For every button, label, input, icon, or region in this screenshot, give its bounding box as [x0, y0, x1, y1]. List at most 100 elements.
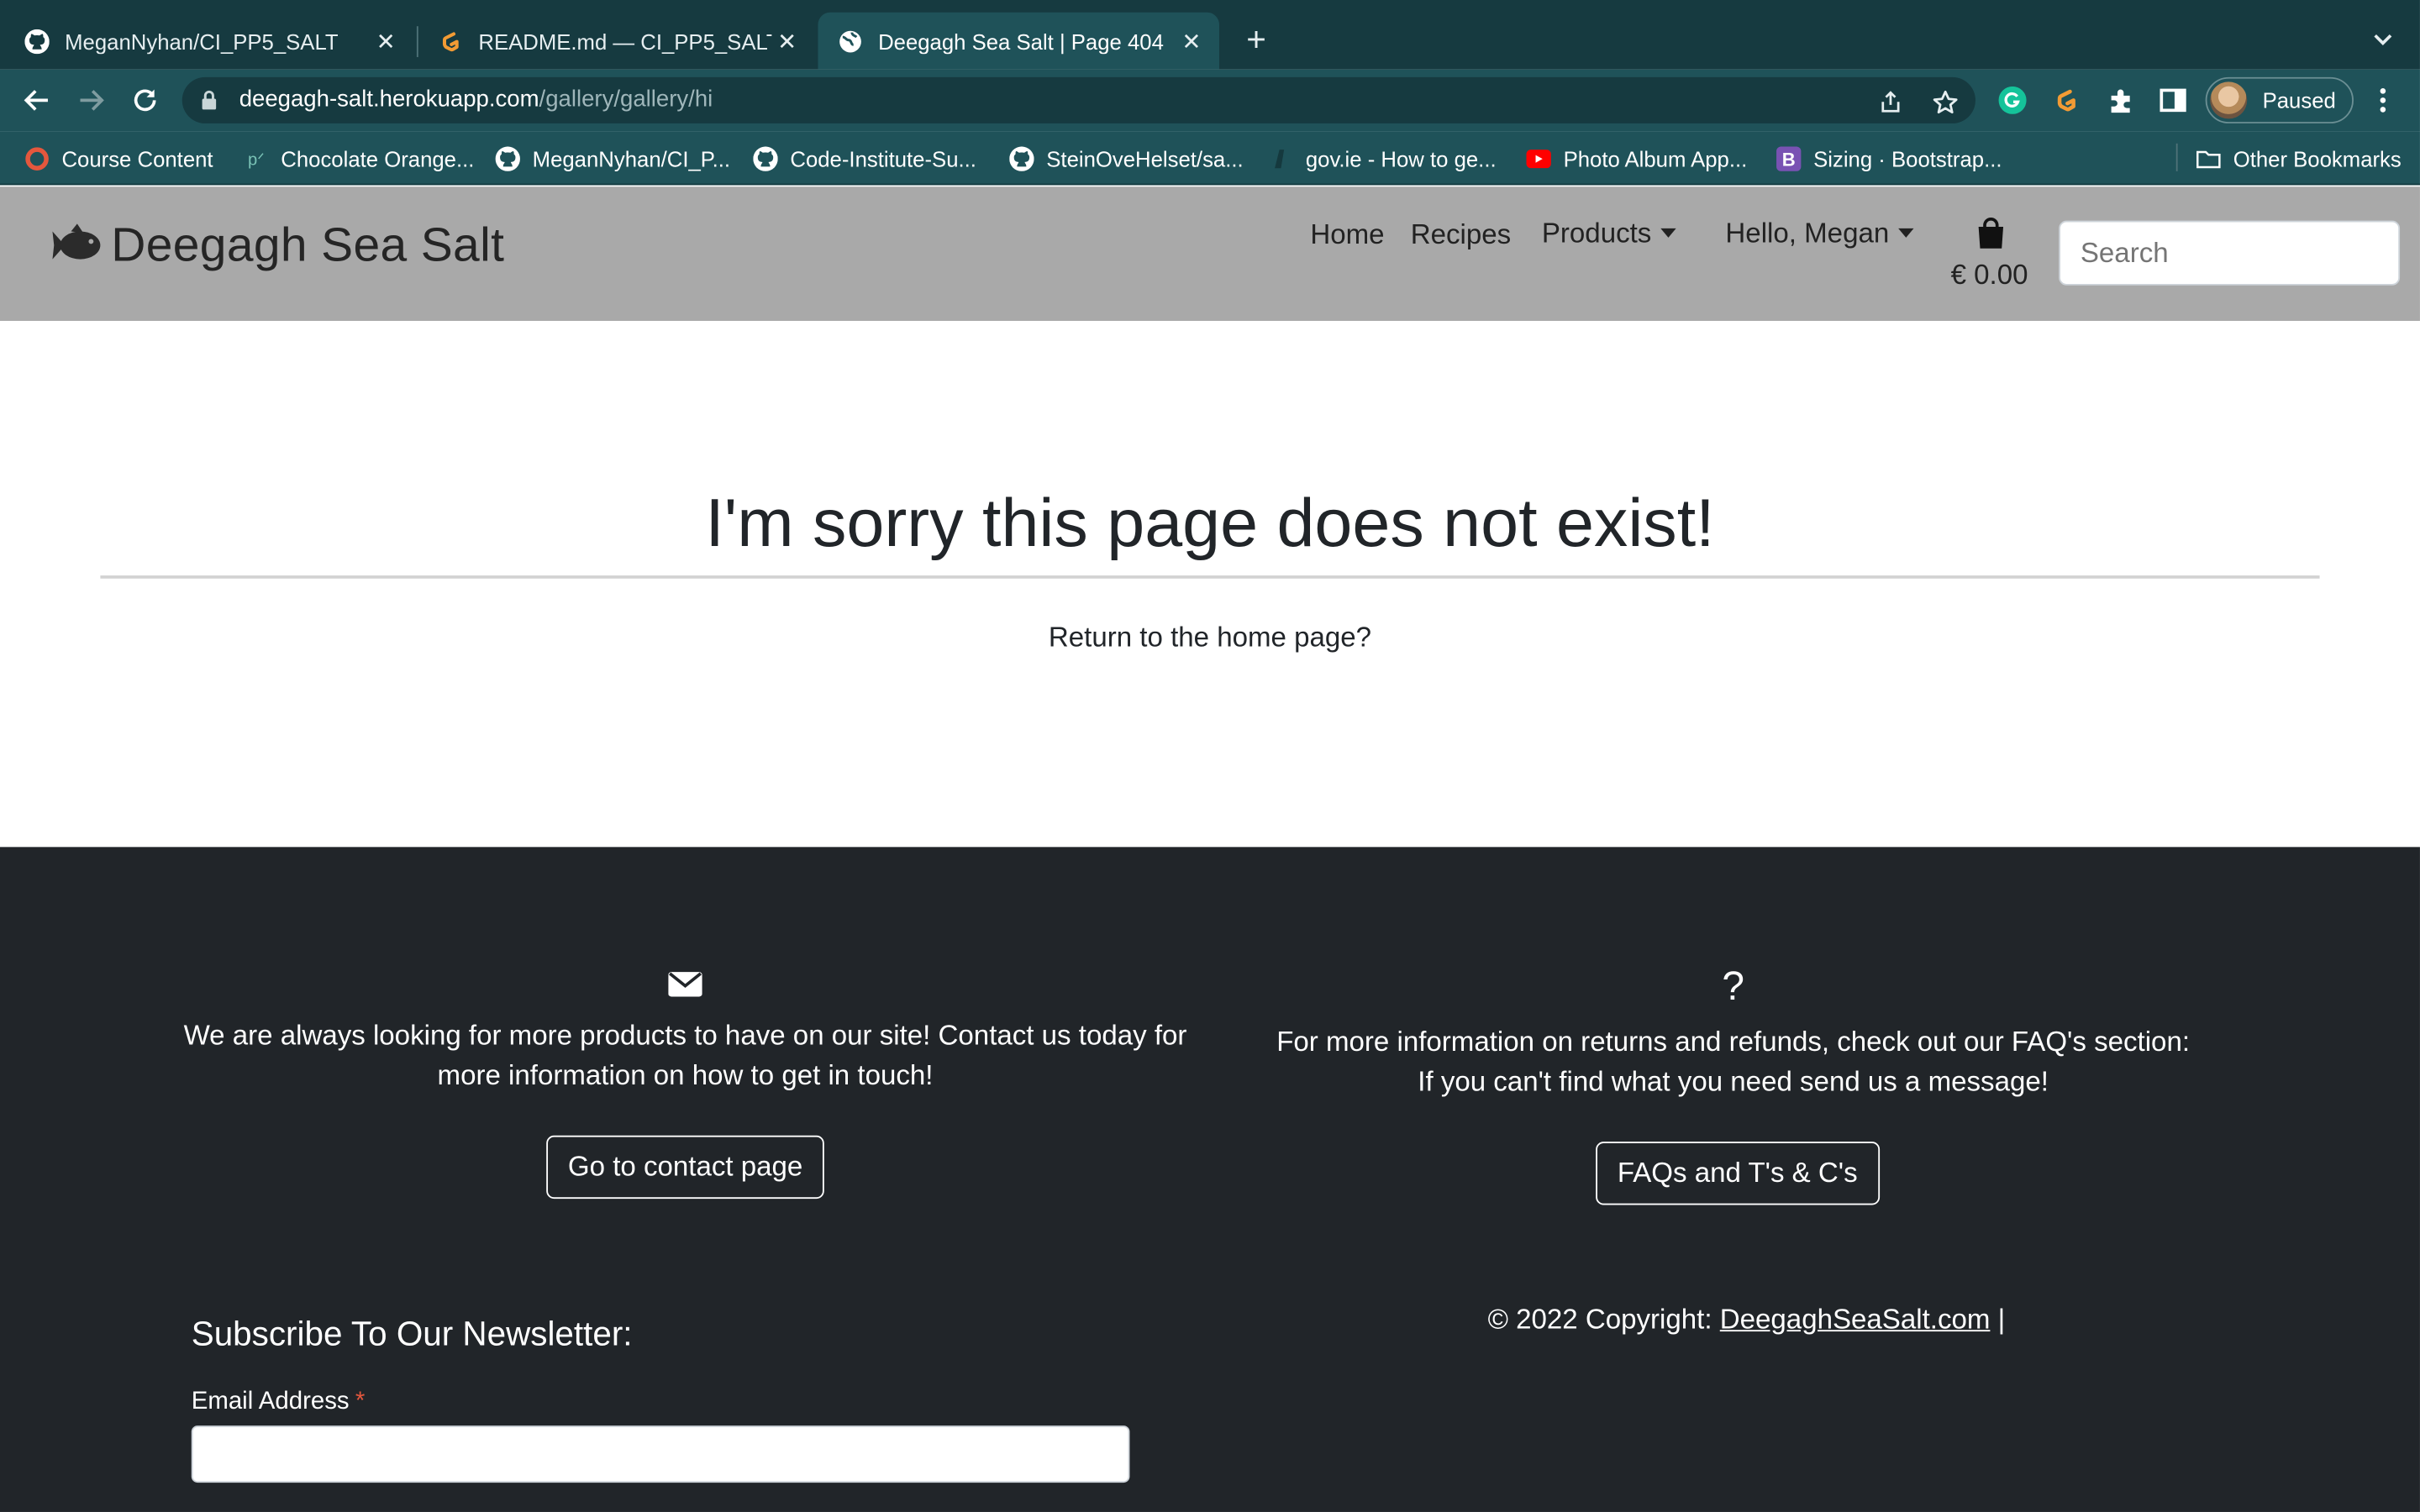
tab-title: README.md — CI_PP5_SALT — [478, 28, 772, 54]
bookmark-label: Chocolate Orange... [281, 146, 475, 171]
close-icon[interactable]: ✕ [771, 25, 802, 56]
github-icon [753, 146, 778, 171]
divider [100, 575, 2320, 579]
bookmarks-bar: Course Content pᐟ Chocolate Orange... Me… [0, 131, 2420, 186]
browser-tabstrip: MeganNyhan/CI_PP5_SALT ✕ README.md — CI_… [0, 0, 2420, 70]
side-panel-icon[interactable] [2158, 85, 2189, 116]
shopping-bag-icon[interactable] [1974, 216, 2007, 258]
back-button[interactable] [18, 81, 55, 118]
new-tab-button[interactable]: + [1238, 20, 1275, 59]
bookmark-chocolate-orange[interactable]: pᐟ Chocolate Orange... [244, 144, 474, 175]
browser-tab-github[interactable]: MeganNyhan/CI_PP5_SALT ✕ [0, 13, 413, 70]
site-footer: We are always looking for more products … [0, 847, 2420, 1512]
faq-text-line-2: If you can't find what you need send us … [1418, 1066, 2049, 1097]
tab-title: MeganNyhan/CI_PP5_SALT [65, 28, 339, 54]
lock-icon[interactable] [201, 90, 218, 119]
faq-text-line-1: For more information on returns and refu… [1276, 1026, 2191, 1058]
bookmark-label: Other Bookmarks [2233, 146, 2402, 171]
url-path: /gallery/gallery/hi [539, 86, 713, 113]
envelope-icon [668, 969, 702, 1009]
email-label: Email Address * [192, 1389, 366, 1416]
gitpod-icon [439, 29, 463, 53]
nav-products-label: Products [1541, 217, 1652, 249]
nav-recipes-link[interactable]: Recipes [1411, 219, 1511, 252]
url-host: deegagh-salt.herokuapp.com [239, 86, 539, 113]
newsletter-title: Subscribe To Our Newsletter: [191, 1314, 633, 1353]
harp-icon [1269, 146, 1293, 171]
main-content: I'm sorry this page does not exist! Retu… [0, 321, 2420, 848]
browser-menu-icon[interactable] [2367, 85, 2398, 116]
folder-icon [2196, 146, 2221, 171]
other-bookmarks-folder[interactable]: Other Bookmarks [2196, 144, 2402, 175]
close-icon[interactable]: ✕ [1176, 25, 1207, 56]
bookmark-course-content[interactable]: Course Content [24, 144, 213, 175]
brand-name: Deegagh Sea Salt [111, 217, 505, 272]
email-label-text: Email Address [191, 1389, 350, 1415]
nav-account-label: Hello, Megan [1725, 217, 1890, 249]
reload-button[interactable] [127, 81, 164, 118]
cart-total[interactable]: € 0.00 [1951, 260, 2028, 292]
nav-products-dropdown[interactable]: Products [1542, 218, 1676, 250]
browser-tab-readme[interactable]: README.md — CI_PP5_SALT — ✕ [413, 13, 815, 70]
p-icon: pᐟ [247, 150, 265, 170]
close-icon[interactable]: ✕ [371, 25, 402, 56]
caret-down-icon [1898, 228, 1914, 238]
bookmark-label: Course Content [61, 146, 213, 171]
question-icon: ? [1722, 963, 1744, 1010]
bookmark-megannyhan[interactable]: MeganNyhan/CI_P... [495, 144, 731, 175]
fish-icon [52, 223, 101, 260]
copyright-prefix: © 2022 Copyright: [1487, 1304, 1712, 1335]
newsletter-email-input[interactable] [191, 1425, 1130, 1483]
profile-button[interactable]: Paused [2205, 76, 2354, 123]
bookmark-label: SteinOveHelset/sa... [1046, 146, 1244, 171]
bookmark-code-institute[interactable]: Code-Institute-Su... [753, 144, 976, 175]
bookmarks-divider [2175, 143, 2178, 171]
browser-toolbar: deegagh-salt.herokuapp.com/gallery/galle… [0, 69, 2420, 132]
caret-down-icon [1660, 228, 1676, 238]
site-navbar: Deegagh Sea Salt Home Recipes Products H… [0, 186, 2420, 322]
bookmark-steinovehelset[interactable]: SteinOveHelset/sa... [1009, 144, 1244, 175]
gitpod-extension-icon[interactable] [2051, 85, 2082, 116]
bookmark-label: Photo Album App... [1563, 146, 1748, 171]
nav-account-dropdown[interactable]: Hello, Megan [1725, 217, 1914, 250]
globe-icon [838, 29, 862, 53]
browser-tab-active[interactable]: Deegagh Sea Salt | Page 404 ✕ [818, 12, 1219, 70]
bootstrap-icon: B [1776, 146, 1802, 171]
search-input[interactable] [2059, 220, 2401, 286]
contact-text: We are always looking for more products … [183, 1020, 1187, 1091]
tab-title: Deegagh Sea Salt | Page 404 [878, 28, 1164, 54]
copyright-suffix: | [1997, 1304, 2006, 1335]
url-text: deegagh-salt.herokuapp.com/gallery/galle… [239, 87, 713, 113]
required-marker: * [355, 1389, 366, 1415]
tab-search-chevron-icon[interactable] [2367, 24, 2398, 55]
svg-text:B: B [1782, 149, 1796, 170]
ring-icon [24, 146, 49, 171]
bookmark-bootstrap-sizing[interactable]: B Sizing · Bootstrap... [1776, 144, 2002, 175]
bookmark-photo-album[interactable]: Photo Album App... [1526, 144, 1747, 175]
copyright-link[interactable]: DeegaghSeaSalt.com [1720, 1304, 1991, 1335]
star-icon[interactable] [1931, 88, 1959, 116]
nav-home-link[interactable]: Home [1310, 219, 1384, 252]
page-title: I'm sorry this page does not exist! [705, 486, 1715, 562]
avatar [2210, 81, 2248, 119]
faqs-button[interactable]: FAQs and T's & C's [1596, 1142, 1880, 1205]
bookmark-label: Code-Institute-Su... [790, 146, 976, 171]
puzzle-icon[interactable] [2105, 85, 2136, 116]
faq-text: For more information on returns and refu… [1262, 1021, 2203, 1102]
forward-button[interactable] [72, 81, 109, 118]
bookmark-gov-ie[interactable]: gov.ie - How to ge... [1269, 144, 1497, 175]
youtube-icon [1526, 146, 1551, 171]
bookmark-label: MeganNyhan/CI_P... [532, 146, 731, 171]
bookmark-label: gov.ie - How to ge... [1305, 146, 1497, 171]
profile-status: Paused [2262, 87, 2336, 113]
github-icon [1009, 146, 1034, 171]
contact-page-button[interactable]: Go to contact page [546, 1135, 824, 1200]
bookmark-label: Sizing · Bootstrap... [1813, 146, 2002, 171]
brand-logo-link[interactable]: Deegagh Sea Salt [46, 218, 504, 273]
grammarly-icon[interactable] [1997, 85, 2028, 116]
address-bar[interactable]: deegagh-salt.herokuapp.com/gallery/galle… [182, 76, 1975, 123]
github-icon [495, 146, 520, 171]
share-icon[interactable] [1876, 88, 1904, 116]
github-icon [24, 28, 50, 54]
return-home-link[interactable]: Return to the home page? [0, 622, 2420, 654]
